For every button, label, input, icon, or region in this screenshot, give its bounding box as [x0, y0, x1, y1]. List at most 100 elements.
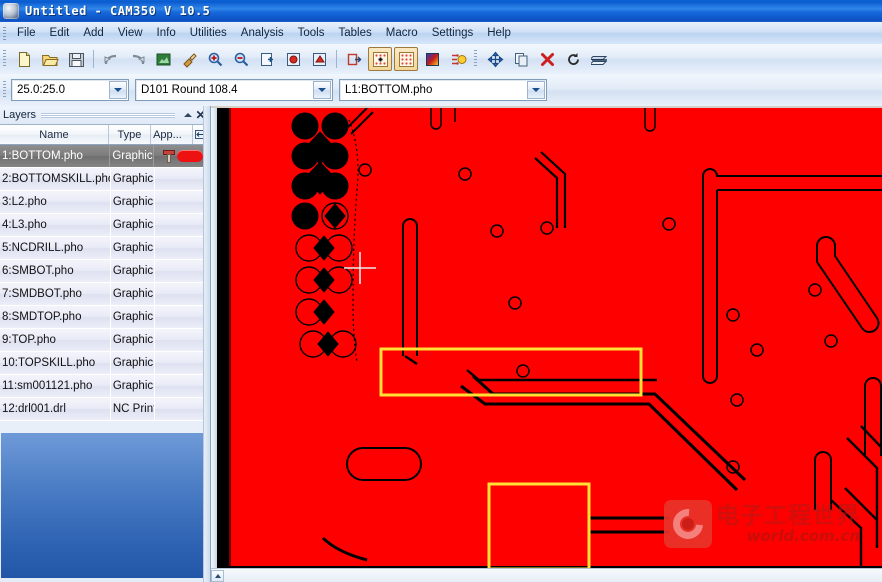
layer-type-cell: Graphic — [110, 145, 155, 167]
layers-list[interactable]: 1:BOTTOM.pho Graphic 2:BOTTOMSKILL.pho Grap… — [0, 145, 210, 421]
zoom-window-icon[interactable] — [255, 47, 279, 71]
mirror-icon[interactable] — [587, 47, 611, 71]
menu-item-file[interactable]: File — [10, 25, 43, 41]
pcb-canvas-area: 电子工程世界 world.com.cn — [211, 106, 882, 582]
layer-appearance-cell[interactable] — [155, 237, 210, 259]
chevron-down-icon[interactable] — [527, 81, 545, 99]
chevron-down-icon[interactable] — [313, 81, 331, 99]
brush-icon[interactable] — [177, 47, 201, 71]
active-layer-value: L1:BOTTOM.pho — [345, 84, 433, 96]
grid-display-icon[interactable] — [394, 47, 418, 71]
toolbar-drag-grip[interactable] — [3, 50, 6, 68]
new-file-icon[interactable] — [12, 47, 36, 71]
menu-item-tools[interactable]: Tools — [291, 25, 332, 41]
menu-item-settings[interactable]: Settings — [425, 25, 481, 41]
layer-appearance-cell[interactable] — [155, 214, 210, 236]
netlist-icon[interactable] — [446, 47, 470, 71]
panel-drag-rule[interactable] — [41, 112, 175, 118]
layers-panel-scrollbar[interactable] — [203, 106, 210, 582]
zoom-all-icon[interactable] — [281, 47, 305, 71]
collapse-icon[interactable] — [181, 109, 194, 122]
layer-name-cell: 6:SMBOT.pho — [0, 260, 111, 282]
menu-item-edit[interactable]: Edit — [43, 25, 77, 41]
move-icon[interactable] — [483, 47, 507, 71]
active-layer-combo[interactable]: L1:BOTTOM.pho — [339, 79, 547, 101]
layer-appearance-cell[interactable] — [155, 191, 210, 213]
layers-column-headers: Name Type App... — [0, 124, 210, 145]
window-title: Untitled - CAM350 V 10.5 — [25, 4, 211, 18]
layer-type-cell: Graphic — [110, 214, 156, 236]
layer-row[interactable]: 1:BOTTOM.pho Graphic — [0, 145, 210, 168]
color-palette-icon[interactable] — [420, 47, 444, 71]
grid-units-combo[interactable]: 25.0:25.0 — [11, 79, 129, 101]
layer-add-icon[interactable] — [342, 47, 366, 71]
layer-row[interactable]: 4:L3.pho Graphic — [0, 214, 210, 237]
grid-snap-icon[interactable] — [368, 47, 392, 71]
layer-name-cell: 4:L3.pho — [0, 214, 111, 236]
layer-appearance-cell[interactable] — [155, 283, 210, 305]
layers-panel-empty-area — [1, 433, 204, 578]
zoom-in-icon[interactable] — [203, 47, 227, 71]
layer-appearance-cell[interactable] — [155, 329, 210, 351]
chevron-down-icon[interactable] — [109, 81, 127, 99]
layer-appearance-cell[interactable] — [155, 306, 210, 328]
layer-name-cell: 8:SMDTOP.pho — [0, 306, 111, 328]
menu-item-tables[interactable]: Tables — [331, 25, 378, 41]
layer-row[interactable]: 7:SMDBOT.pho Graphic — [0, 283, 210, 306]
layer-name-cell: 3:L2.pho — [0, 191, 111, 213]
aperture-combo[interactable]: D101 Round 108.4 — [135, 79, 333, 101]
panel-gradient-fill — [1, 433, 204, 578]
layer-row[interactable]: 2:BOTTOMSKILL.pho Graphic — [0, 168, 210, 191]
toolbar-drag-grip-2[interactable] — [474, 50, 477, 68]
options-bar-grip[interactable] — [3, 81, 6, 99]
layer-row[interactable]: 8:SMDTOP.pho Graphic — [0, 306, 210, 329]
menu-drag-grip[interactable] — [3, 26, 6, 40]
zoom-out-icon[interactable] — [229, 47, 253, 71]
redo-icon[interactable] — [125, 47, 149, 71]
column-header-name[interactable]: Name — [0, 125, 109, 144]
layer-row[interactable]: 9:TOP.pho Graphic — [0, 329, 210, 352]
save-file-icon[interactable] — [64, 47, 88, 71]
layer-appearance-cell[interactable] — [155, 398, 210, 420]
scroll-up-button[interactable] — [211, 569, 224, 582]
menu-item-view[interactable]: View — [111, 25, 150, 41]
main-toolbar — [0, 44, 882, 75]
refresh-icon[interactable] — [151, 47, 175, 71]
layer-appearance-cell[interactable] — [154, 145, 210, 167]
canvas-horizontal-scrollbar[interactable] — [211, 568, 882, 582]
menu-item-utilities[interactable]: Utilities — [183, 25, 234, 41]
title-bar: Untitled - CAM350 V 10.5 — [0, 0, 882, 22]
open-file-icon[interactable] — [38, 47, 62, 71]
column-header-type[interactable]: Type — [108, 125, 152, 144]
layer-row[interactable]: 10:TOPSKILL.pho Graphic — [0, 352, 210, 375]
grid-units-value: 25.0:25.0 — [17, 84, 65, 96]
layer-type-cell: Graphic — [110, 329, 156, 351]
layer-row[interactable]: 11:sm001121.pho Graphic — [0, 375, 210, 398]
menu-item-macro[interactable]: Macro — [379, 25, 425, 41]
menu-item-help[interactable]: Help — [480, 25, 518, 41]
layer-row[interactable]: 3:L2.pho Graphic — [0, 191, 210, 214]
layer-appearance-cell[interactable] — [155, 168, 210, 190]
layer-name-cell: 9:TOP.pho — [0, 329, 111, 351]
menu-item-add[interactable]: Add — [76, 25, 110, 41]
toolbar-separator-2 — [336, 50, 337, 68]
layer-type-cell: Graphic — [110, 306, 156, 328]
layer-row[interactable]: 12:drl001.drl NC Print — [0, 398, 210, 421]
zoom-previous-icon[interactable] — [307, 47, 331, 71]
pcb-drawing[interactable] — [217, 108, 882, 569]
rotate-icon[interactable] — [561, 47, 585, 71]
layer-name-cell: 5:NCDRILL.pho — [0, 237, 111, 259]
layer-color-swatch[interactable] — [176, 150, 203, 162]
layer-row[interactable]: 5:NCDRILL.pho Graphic — [0, 237, 210, 260]
copy-icon[interactable] — [509, 47, 533, 71]
layer-appearance-cell[interactable] — [155, 260, 210, 282]
layer-row[interactable]: 6:SMBOT.pho Graphic — [0, 260, 210, 283]
undo-icon[interactable] — [99, 47, 123, 71]
column-header-appearance[interactable]: App... — [151, 125, 194, 144]
layer-appearance-cell[interactable] — [155, 352, 210, 374]
menu-item-analysis[interactable]: Analysis — [234, 25, 291, 41]
pcb-viewport[interactable]: 电子工程世界 world.com.cn — [217, 108, 882, 569]
menu-item-info[interactable]: Info — [150, 25, 183, 41]
layer-appearance-cell[interactable] — [155, 375, 210, 397]
delete-icon[interactable] — [535, 47, 559, 71]
